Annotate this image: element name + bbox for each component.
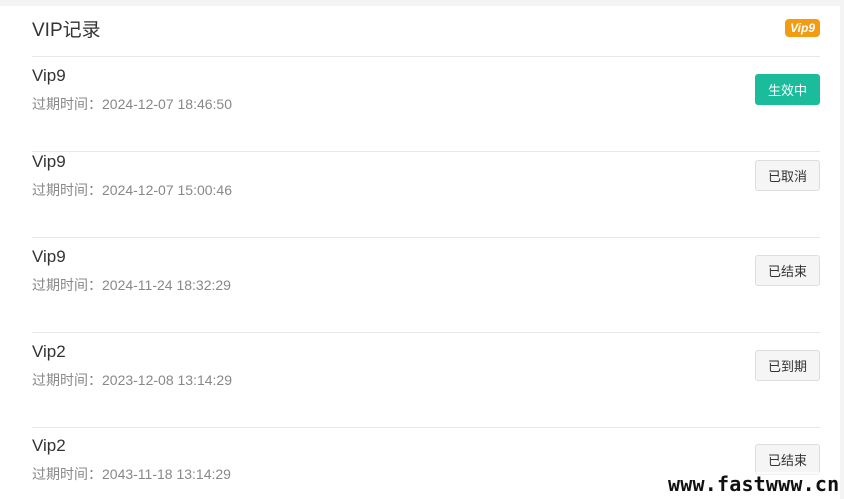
vip-records-panel: VIP记录 Vip9 Vip9 过期时间：2024-12-07 18:46:50… bbox=[0, 6, 840, 499]
site-watermark: www.fastwww.cn bbox=[668, 472, 840, 496]
record-name: Vip9 bbox=[32, 66, 66, 85]
record-item: Vip9 过期时间：2024-12-07 15:00:46 已取消 bbox=[32, 142, 820, 238]
status-button-ended[interactable]: 已结束 bbox=[754, 444, 820, 475]
record-expiry: 过期时间：2024-12-07 18:46:50 bbox=[32, 96, 232, 112]
record-item: Vip9 过期时间：2024-11-24 18:32:29 已结束 bbox=[32, 237, 820, 333]
record-item: Vip2 过期时间：2023-12-08 13:14:29 已到期 bbox=[32, 332, 820, 428]
vip-level-badge: Vip9 bbox=[785, 19, 820, 37]
record-name: Vip2 bbox=[32, 342, 66, 361]
status-button-expired[interactable]: 已到期 bbox=[754, 350, 820, 381]
record-name: Vip9 bbox=[32, 152, 66, 171]
record-item: Vip9 过期时间：2024-12-07 18:46:50 生效中 bbox=[32, 56, 820, 152]
record-name: Vip9 bbox=[32, 247, 66, 266]
record-expiry: 过期时间：2043-11-18 13:14:29 bbox=[32, 466, 231, 482]
record-expiry: 过期时间：2024-12-07 15:00:46 bbox=[32, 182, 232, 198]
status-button-cancelled[interactable]: 已取消 bbox=[754, 160, 820, 191]
status-button-ended[interactable]: 已结束 bbox=[754, 255, 820, 286]
record-expiry: 过期时间：2023-12-08 13:14:29 bbox=[32, 372, 232, 388]
panel-header: VIP记录 Vip9 bbox=[32, 6, 820, 57]
page-title: VIP记录 bbox=[32, 20, 101, 41]
status-button-active[interactable]: 生效中 bbox=[754, 74, 820, 105]
record-name: Vip2 bbox=[32, 436, 66, 455]
record-expiry: 过期时间：2024-11-24 18:32:29 bbox=[32, 277, 231, 293]
